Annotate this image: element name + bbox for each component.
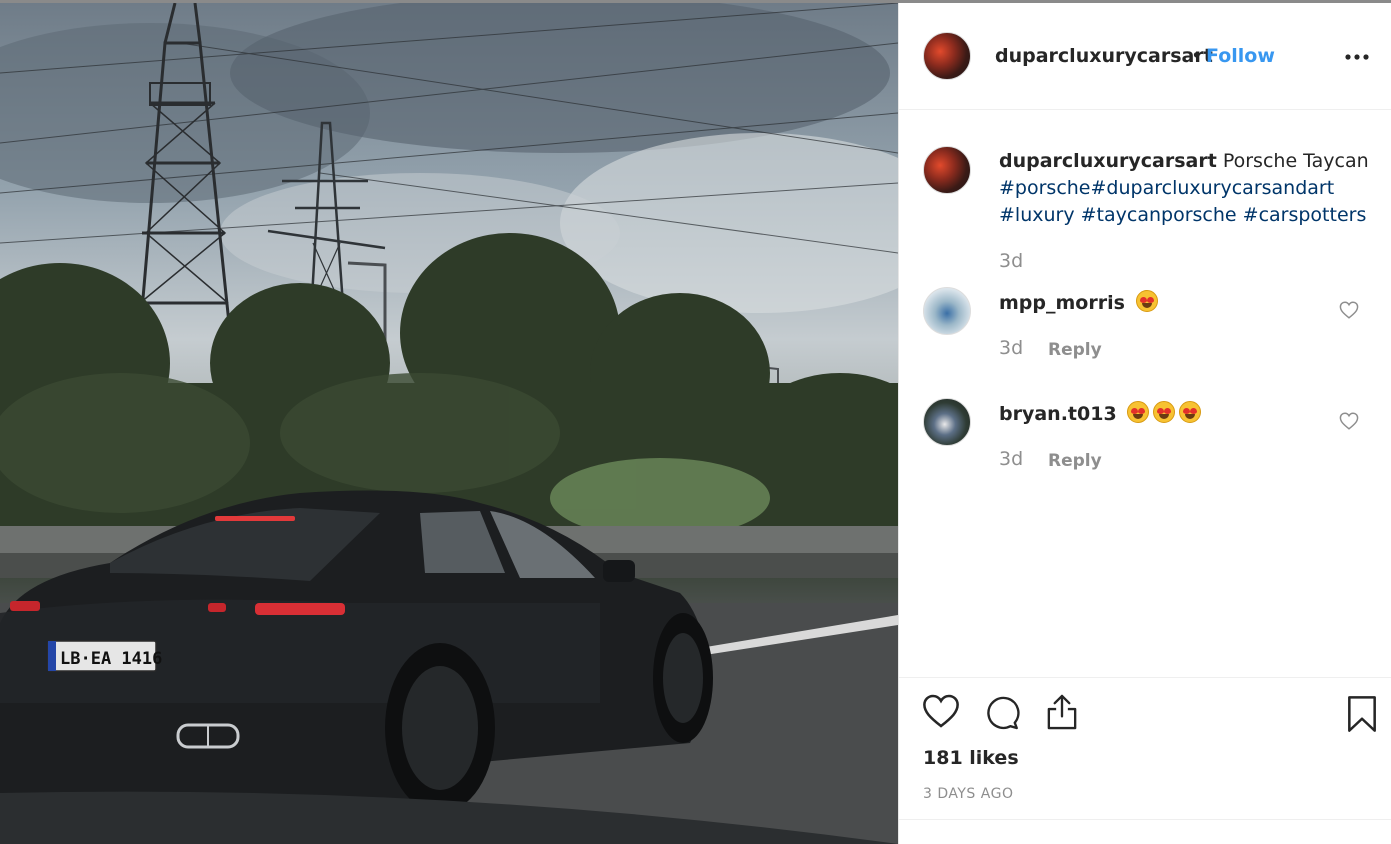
caption-text: Porsche Taycan bbox=[1222, 150, 1369, 172]
footer-divider bbox=[899, 819, 1391, 820]
comment-time[interactable]: 3d bbox=[999, 337, 1023, 359]
actions-divider bbox=[899, 677, 1391, 678]
license-plate-text: LB·EA 1416 bbox=[60, 649, 162, 669]
caption-avatar[interactable] bbox=[923, 146, 971, 194]
likes-count[interactable]: 181 likes bbox=[923, 747, 1019, 769]
comment-username[interactable]: bryan.t013 bbox=[999, 403, 1117, 425]
comment-time[interactable]: 3d bbox=[999, 448, 1023, 470]
commenter-avatar[interactable] bbox=[923, 398, 971, 446]
commenter-avatar[interactable] bbox=[923, 287, 971, 335]
hashtag[interactable]: #taycanporsche bbox=[1081, 204, 1237, 226]
reply-button[interactable]: Reply bbox=[1048, 451, 1102, 471]
owner-username[interactable]: duparcluxurycarsart bbox=[995, 45, 1213, 67]
heart-eyes-emoji bbox=[1179, 401, 1202, 423]
comment-row: mpp_morris bbox=[999, 290, 1158, 314]
caption-username[interactable]: duparcluxurycarsart bbox=[999, 150, 1217, 172]
reply-button[interactable]: Reply bbox=[1048, 340, 1102, 360]
heart-eyes-emoji bbox=[1153, 401, 1176, 423]
comment-username[interactable]: mpp_morris bbox=[999, 292, 1125, 314]
header-divider bbox=[899, 109, 1391, 110]
photo-scene: LB·EA 1416 bbox=[0, 3, 898, 844]
hashtag[interactable]: #duparcluxurycarsandart bbox=[1091, 177, 1335, 199]
hashtag[interactable]: #luxury bbox=[999, 204, 1075, 226]
comment-icon[interactable] bbox=[984, 695, 1020, 735]
heart-small-icon[interactable] bbox=[1339, 412, 1359, 434]
share-icon[interactable] bbox=[1044, 693, 1080, 735]
follow-button[interactable]: Follow bbox=[1206, 45, 1275, 67]
hashtag[interactable]: #porsche bbox=[999, 177, 1091, 199]
hashtag[interactable]: #carspotters bbox=[1243, 204, 1367, 226]
heart-eyes-emoji bbox=[1135, 290, 1158, 312]
owner-avatar[interactable] bbox=[923, 32, 971, 80]
heart-icon[interactable] bbox=[922, 693, 960, 733]
more-icon[interactable] bbox=[1345, 41, 1369, 66]
header-separator: • bbox=[1191, 45, 1203, 67]
caption-time[interactable]: 3d bbox=[999, 250, 1023, 272]
bookmark-icon[interactable] bbox=[1346, 695, 1378, 737]
post-sidebar: duparcluxurycarsart • Follow duparcluxur… bbox=[898, 3, 1391, 844]
post-photo[interactable]: LB·EA 1416 bbox=[0, 3, 898, 844]
heart-eyes-emoji bbox=[1127, 401, 1150, 423]
post-date[interactable]: 3 DAYS AGO bbox=[923, 786, 1013, 802]
comment-row: bryan.t013 bbox=[999, 401, 1202, 425]
heart-small-icon[interactable] bbox=[1339, 301, 1359, 323]
post-caption: duparcluxurycarsart Porsche Taycan #pors… bbox=[999, 148, 1369, 229]
